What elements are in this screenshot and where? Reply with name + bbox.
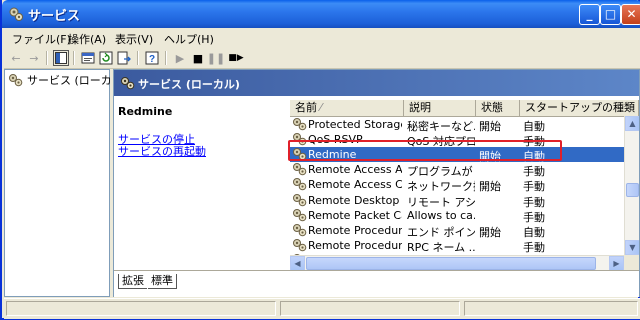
table-row[interactable]: Remote Procedure ...RPC ネーム ...手動 [290, 238, 624, 254]
cell-name: Remote Access Au... [308, 163, 402, 177]
status-pane-secondary [280, 301, 460, 316]
column-header-startup-type[interactable]: スタートアップの種類 [520, 100, 639, 116]
table-row[interactable]: Remote Packet Cap...Allows to ca...手動 [290, 208, 624, 224]
restart-service-icon[interactable]: ■▶ [228, 50, 244, 66]
service-gear-icon [292, 193, 308, 208]
service-details-panel: Redmine サービスの停止 サービスの再起動 [114, 96, 290, 270]
selected-service-name: Redmine [118, 105, 173, 118]
horizontal-scroll-thumb[interactable] [306, 257, 596, 270]
view-tabs: 拡張 標準 [114, 270, 639, 297]
tree-pane: サービス (ローカル) [4, 69, 127, 297]
toolbar-separator [73, 51, 75, 65]
cell-description: Allows to ca... [407, 208, 475, 222]
minimize-button[interactable]: _ [579, 4, 600, 25]
toolbar-separator [165, 51, 167, 65]
export-list-icon[interactable] [116, 50, 132, 66]
toolbar: ← → ? ▶ ■ ❚❚ ■▶ [4, 48, 640, 69]
cell-name: Remote Desktop H... [308, 193, 402, 207]
window-title: サービス [28, 9, 81, 24]
properties-icon[interactable] [80, 50, 96, 66]
pause-service-icon[interactable]: ❚❚ [207, 50, 225, 66]
services-gear-icon [120, 75, 136, 94]
highlight-box [288, 140, 562, 161]
services-gear-icon [8, 6, 24, 22]
table-row[interactable]: Remote Procedure ...エンド ポイント...開始自動 [290, 223, 624, 239]
cell-name: Remote Packet Cap... [308, 208, 402, 222]
vertical-scrollbar[interactable]: ▲ ▼ [624, 116, 639, 255]
vertical-scroll-thumb[interactable] [626, 183, 639, 197]
service-gear-icon [292, 223, 308, 238]
forward-icon[interactable]: → [26, 50, 42, 66]
table-row[interactable]: Remote Desktop H...リモート アシス...手動 [290, 193, 624, 209]
show-hide-tree-icon[interactable] [53, 50, 69, 66]
services-gear-icon [9, 74, 23, 87]
menu-action[interactable]: 操作(A) [68, 31, 106, 47]
back-icon[interactable]: ← [8, 50, 24, 66]
column-header-description[interactable]: 説明 [404, 100, 476, 116]
tab-extended[interactable]: 拡張 [118, 274, 147, 289]
tab-standard[interactable]: 標準 [148, 274, 177, 289]
column-header-name[interactable]: 名前 ⁄ [290, 100, 404, 116]
menu-help[interactable]: ヘルプ(H) [164, 31, 214, 47]
scrollbar-corner [624, 255, 639, 270]
table-row[interactable]: Remote Access Co...ネットワーク接...開始手動 [290, 177, 624, 193]
services-list: 名前 ⁄ 説明 状態 スタートアップの種類 Protected Storage 秘密… [290, 96, 639, 270]
title-bar[interactable]: サービス _ □ ✕ [2, 0, 640, 28]
toolbar-separator [46, 51, 48, 65]
menu-file[interactable]: ファイル(F) [12, 31, 71, 47]
menu-view[interactable]: 表示(V) [115, 31, 153, 47]
pane-banner-title: サービス (ローカル) [138, 78, 240, 91]
sort-ascending-icon: ⁄ [320, 101, 322, 114]
svg-text:?: ? [149, 54, 155, 65]
status-pane-main [6, 301, 276, 316]
stop-service-icon[interactable]: ■ [190, 50, 206, 66]
menu-bar: ファイル(F) 操作(A) 表示(V) ヘルプ(H) [4, 28, 640, 49]
table-row[interactable]: Remote Access Au...プログラムがリ...手動 [290, 162, 624, 178]
restart-service-link[interactable]: サービスの再起動 [118, 143, 206, 159]
service-gear-icon [292, 238, 308, 253]
service-gear-icon [292, 162, 308, 177]
toolbar-separator [137, 51, 139, 65]
status-bar [4, 298, 640, 319]
service-gear-icon [292, 208, 308, 223]
pane-banner: サービス (ローカル) [114, 70, 639, 96]
scroll-down-icon[interactable]: ▼ [625, 240, 639, 255]
close-button[interactable]: ✕ [621, 4, 640, 25]
table-row[interactable]: Protected Storage秘密キーなど...開始自動 [290, 117, 624, 133]
cell-name: Remote Procedure ... [308, 238, 402, 252]
column-header-status[interactable]: 状態 [476, 100, 520, 116]
service-gear-icon [292, 177, 308, 192]
cell-name: Protected Storage [308, 118, 402, 131]
cell-name: Remote Procedure ... [308, 223, 402, 237]
maximize-button[interactable]: □ [600, 4, 621, 25]
scroll-left-icon[interactable]: ◀ [290, 256, 305, 270]
refresh-icon[interactable] [98, 50, 114, 66]
list-header: 名前 ⁄ 説明 状態 スタートアップの種類 [290, 100, 639, 117]
cell-name: Remote Access Co... [308, 178, 402, 192]
status-pane-tertiary [464, 301, 638, 316]
service-gear-icon [292, 117, 308, 132]
help-icon[interactable]: ? [144, 50, 160, 66]
details-pane: サービス (ローカル) Redmine サービスの停止 サービスの再起動 名前 ⁄… [113, 69, 640, 297]
scroll-up-icon[interactable]: ▲ [625, 116, 639, 131]
start-service-icon[interactable]: ▶ [172, 50, 188, 66]
scroll-right-icon[interactable]: ▶ [609, 256, 624, 270]
horizontal-scrollbar[interactable]: ◀ ▶ [290, 255, 624, 270]
services-window: サービス _ □ ✕ ファイル(F) 操作(A) 表示(V) ヘルプ(H) ← … [0, 0, 640, 320]
